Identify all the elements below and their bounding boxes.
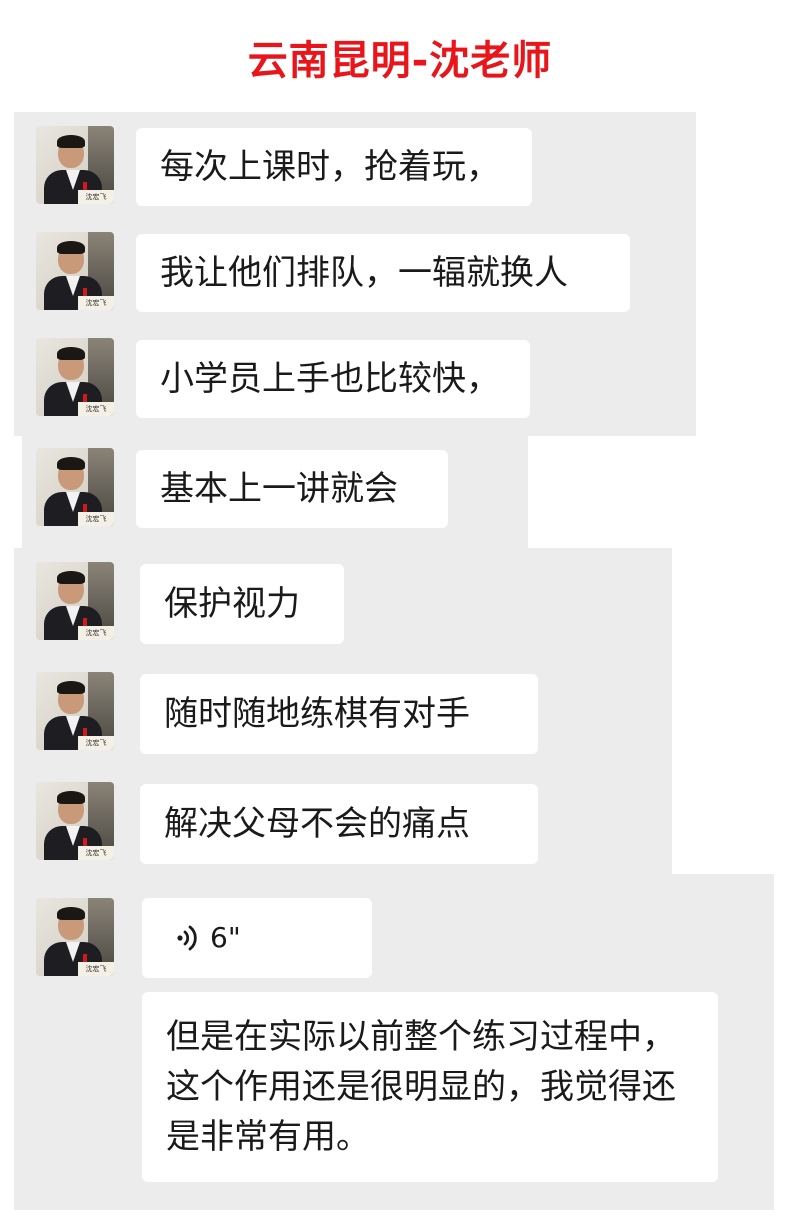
message-bubble[interactable]: 但是在实际以前整个练习过程中，这个作用还是很明显的，我觉得还是非常有用。 <box>142 992 718 1182</box>
message-text: 保护视力 <box>164 584 300 624</box>
avatar[interactable]: 沈宏飞 <box>36 232 114 310</box>
message-bubble[interactable]: 每次上课时，抢着玩， <box>136 128 532 206</box>
avatar-name-tag: 沈宏飞 <box>78 962 114 976</box>
voice-message-bubble[interactable]: 6" <box>142 898 372 978</box>
avatar[interactable]: 沈宏飞 <box>36 672 114 750</box>
avatar-name-tag: 沈宏飞 <box>78 296 114 310</box>
message-bubble[interactable]: 保护视力 <box>140 564 344 644</box>
avatar[interactable]: 沈宏飞 <box>36 898 114 976</box>
message-bubble[interactable]: 我让他们排队，一辐就换人 <box>136 234 630 312</box>
voice-wave-icon <box>177 925 197 951</box>
avatar-name-tag: 沈宏飞 <box>78 736 114 750</box>
avatar-name-tag: 沈宏飞 <box>78 402 114 416</box>
avatar-name-tag: 沈宏飞 <box>78 190 114 204</box>
avatar[interactable]: 沈宏飞 <box>36 562 114 640</box>
message-text: 解决父母不会的痛点 <box>164 804 470 844</box>
avatar[interactable]: 沈宏飞 <box>36 338 114 416</box>
page-title: 云南昆明-沈老师 <box>247 38 553 84</box>
message-text: 小学员上手也比较快， <box>160 359 500 399</box>
message-text: 但是在实际以前整个练习过程中，这个作用还是很明显的，我觉得还是非常有用。 <box>166 1017 676 1157</box>
avatar-name-tag: 沈宏飞 <box>78 512 114 526</box>
avatar[interactable]: 沈宏飞 <box>36 448 114 526</box>
message-text: 随时随地练棋有对手 <box>164 694 470 734</box>
message-bubble[interactable]: 小学员上手也比较快， <box>136 340 530 418</box>
message-text: 我让他们排队，一辐就换人 <box>160 253 568 293</box>
message-bubble[interactable]: 解决父母不会的痛点 <box>140 784 538 864</box>
avatar-name-tag: 沈宏飞 <box>78 626 114 640</box>
message-text: 基本上一讲就会 <box>160 469 398 509</box>
message-text: 每次上课时，抢着玩， <box>160 147 500 187</box>
message-bubble[interactable]: 基本上一讲就会 <box>136 450 448 528</box>
avatar[interactable]: 沈宏飞 <box>36 782 114 860</box>
voice-duration: 6" <box>210 921 241 954</box>
message-bubble[interactable]: 随时随地练棋有对手 <box>140 674 538 754</box>
avatar-name-tag: 沈宏飞 <box>78 846 114 860</box>
avatar[interactable]: 沈宏飞 <box>36 126 114 204</box>
